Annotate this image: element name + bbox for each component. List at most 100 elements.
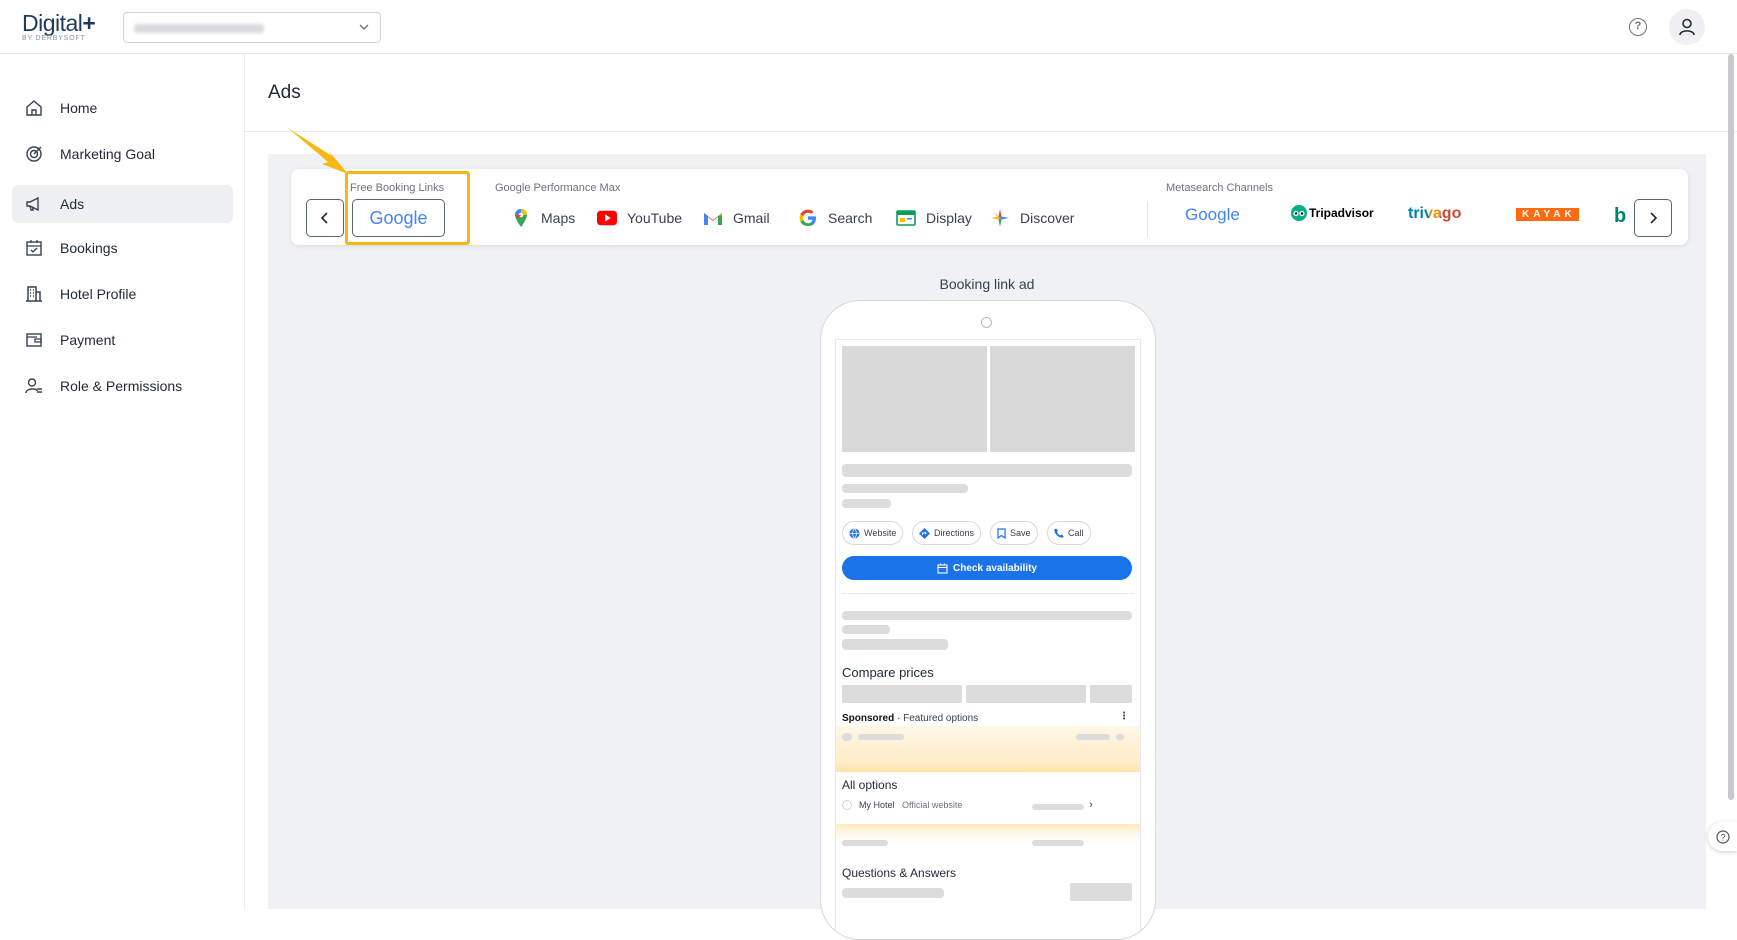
- channel-youtube[interactable]: YouTube: [597, 207, 682, 229]
- text-placeholder: [1032, 804, 1084, 810]
- question-circle-icon[interactable]: ?: [1629, 18, 1647, 36]
- call-chip[interactable]: Call: [1047, 521, 1091, 545]
- sidebar-item-label: Role & Permissions: [60, 378, 183, 394]
- check-availability-label: Check availability: [953, 562, 1037, 574]
- user-icon: [1679, 18, 1695, 36]
- sidebar-item-marketing-goal[interactable]: Marketing Goal: [12, 135, 233, 173]
- wallet-icon: [24, 330, 44, 350]
- channel-gmail[interactable]: Gmail: [703, 207, 770, 229]
- calendar-icon: [937, 563, 948, 574]
- meta-trivago[interactable]: trivago: [1408, 205, 1461, 223]
- sidebar-item-payment[interactable]: Payment: [12, 321, 233, 359]
- text-placeholder: [842, 464, 1132, 477]
- save-chip[interactable]: Save: [990, 521, 1038, 545]
- hotel-select-value: [134, 24, 264, 33]
- official-website-label: Official website: [902, 800, 963, 810]
- target-icon: [24, 144, 44, 164]
- main-content: Ads Free Booking Links Google Google Per…: [245, 54, 1737, 940]
- brand-logo[interactable]: Digital+ BY DERBYSOFT: [22, 10, 96, 42]
- chip-label: Save: [1010, 528, 1031, 538]
- chip-label: Website: [864, 528, 897, 538]
- sidebar-item-bookings[interactable]: Bookings: [12, 229, 233, 267]
- text-placeholder: [842, 840, 888, 846]
- scroll-left-button[interactable]: [306, 199, 344, 237]
- title-divider: [245, 131, 1737, 132]
- brand-name: Digital: [22, 10, 83, 36]
- meta-bing[interactable]: b: [1614, 205, 1626, 228]
- user-avatar[interactable]: [1669, 9, 1705, 45]
- channel-maps[interactable]: Maps: [511, 207, 575, 229]
- bing-logo: b: [1614, 205, 1627, 227]
- channel-label: Gmail: [733, 210, 770, 226]
- text-placeholder: [842, 499, 891, 508]
- website-chip[interactable]: Website: [842, 521, 904, 545]
- channel-search[interactable]: Search: [798, 207, 872, 229]
- sidebar-item-label: Home: [60, 100, 98, 116]
- image-placeholder: [990, 346, 1135, 452]
- text-placeholder: [1032, 840, 1084, 846]
- sidebar-item-hotel-profile[interactable]: Hotel Profile: [12, 275, 233, 313]
- megaphone-icon: [24, 194, 44, 214]
- chevron-right-icon: [1650, 212, 1658, 224]
- globe-icon: [849, 527, 860, 539]
- floating-help-button[interactable]: ?: [1708, 822, 1737, 851]
- camera-icon: [981, 317, 992, 328]
- more-vert-icon[interactable]: ⋮: [1119, 711, 1129, 722]
- divider: [842, 593, 1134, 594]
- ads-panel: Free Booking Links Google Google Perform…: [268, 154, 1706, 940]
- meta-tripadvisor[interactable]: Tripadvisor: [1291, 205, 1374, 221]
- display-icon: [896, 208, 916, 228]
- brand-plus: +: [82, 10, 96, 36]
- sidebar-item-label: Bookings: [60, 240, 118, 256]
- text-placeholder: [842, 625, 890, 634]
- text-placeholder: [1076, 734, 1110, 740]
- user-roles-icon: [24, 376, 44, 396]
- price-placeholder: [966, 685, 1086, 703]
- group-divider: [1147, 201, 1148, 237]
- all-options-card[interactable]: All options · My Hotel Official website …: [836, 772, 1140, 824]
- compare-prices-title: Compare prices: [842, 665, 934, 680]
- phone-mockup: Website Directions Save Call Check avail…: [820, 300, 1156, 940]
- all-options-title: All options: [842, 778, 898, 792]
- button-placeholder: [1070, 883, 1132, 901]
- phone-icon: [1054, 528, 1064, 538]
- sidebar-item-ads[interactable]: Ads: [12, 185, 233, 223]
- sidebar-item-label: Hotel Profile: [60, 286, 137, 302]
- channel-display[interactable]: Display: [896, 207, 972, 229]
- sidebar-item-label: Marketing Goal: [60, 146, 155, 162]
- price-placeholder: [1090, 685, 1132, 703]
- chevron-right-icon: ›: [1089, 799, 1093, 811]
- text-placeholder: [842, 639, 948, 650]
- channel-discover[interactable]: Discover: [990, 207, 1074, 229]
- text-placeholder: [842, 611, 1132, 620]
- google-logo: Google: [1185, 205, 1240, 224]
- sidebar-item-home[interactable]: Home: [12, 89, 233, 127]
- scroll-right-button[interactable]: [1634, 199, 1672, 237]
- text-placeholder: [1116, 734, 1124, 740]
- page-title: Ads: [268, 82, 301, 103]
- meta-label: Metasearch Channels: [1166, 182, 1274, 194]
- chip-label: Call: [1068, 528, 1084, 538]
- sidebar-item-role-permissions[interactable]: Role & Permissions: [12, 367, 233, 405]
- channel-label: Maps: [541, 210, 576, 226]
- check-availability-button[interactable]: Check availability: [842, 556, 1132, 580]
- brand-sub: BY DERBYSOFT: [22, 35, 86, 42]
- price-placeholder: [842, 685, 962, 703]
- sidebar-item-label: Ads: [60, 196, 85, 212]
- chevron-left-icon: [320, 212, 328, 224]
- directions-chip[interactable]: Directions: [912, 521, 982, 545]
- hotel-select[interactable]: [123, 12, 381, 43]
- gmail-icon: [703, 208, 723, 228]
- featured-options: · Featured options: [894, 713, 979, 724]
- text-placeholder: [842, 733, 852, 741]
- meta-kayak[interactable]: KAYAK: [1516, 208, 1579, 221]
- sponsored-bold: Sponsored: [842, 713, 895, 724]
- meta-google[interactable]: Google: [1185, 205, 1240, 225]
- page-scrollbar[interactable]: [1728, 54, 1734, 800]
- image-placeholder: [842, 346, 987, 452]
- channel-label: Discover: [1020, 210, 1075, 226]
- pointer-arrow-icon: [288, 128, 348, 174]
- phone-screen: Website Directions Save Call Check avail…: [835, 339, 1141, 939]
- preview-caption: Booking link ad: [939, 276, 1035, 292]
- maps-pin-icon: [511, 208, 531, 228]
